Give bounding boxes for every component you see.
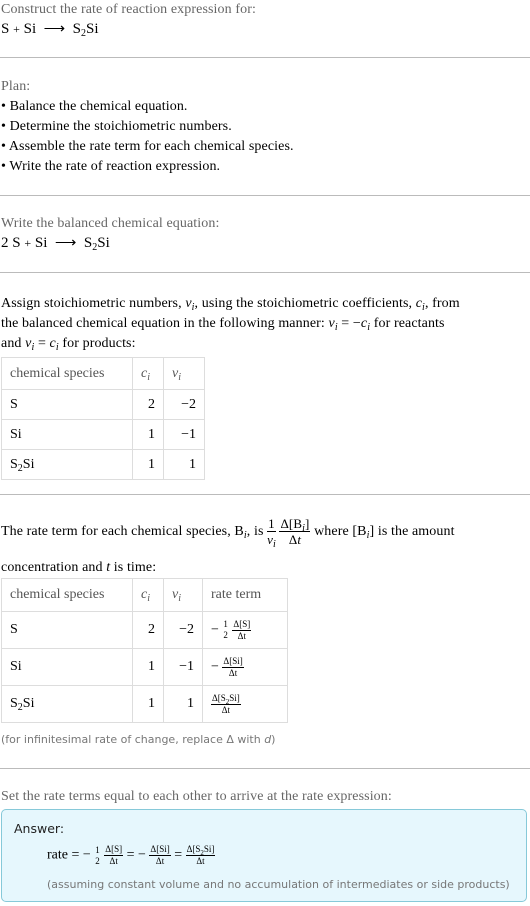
nu-cell: 1 — [163, 685, 203, 723]
plan-item: • Write the rate of reaction expression. — [1, 159, 221, 174]
nu-cell: −2 — [163, 389, 205, 420]
stoich-table: chemical species ci νi S 2 −2 Si 1 −1 S2… — [1, 357, 205, 480]
infinitesimal-note: (for infinitesimal rate of change, repla… — [1, 733, 276, 746]
species-cell: S2Si — [1, 685, 133, 723]
plan-title: Plan: — [1, 79, 31, 94]
nu-cell: −2 — [163, 611, 203, 649]
plan-item: • Balance the chemical equation. — [1, 99, 188, 114]
intro-prompt: Construct the rate of reaction expressio… — [1, 2, 256, 17]
table-row: Si 1 −1 − Δ[Si] Δt — [1, 648, 288, 686]
nu-cell: 1 — [163, 449, 205, 480]
balanced-equation: 2 S + Si ⟶ S2Si — [1, 235, 110, 253]
species-cell: Si — [1, 419, 133, 450]
intro-reaction: S + Si ⟶ S2Si — [1, 21, 99, 39]
c-cell: 1 — [132, 419, 164, 450]
divider — [0, 494, 530, 495]
table-row: S2Si 1 1 Δ[S2Si] Δt — [1, 685, 288, 723]
species-cell: S — [1, 389, 133, 420]
plan-item: • Determine the stoichiometric numbers. — [1, 119, 232, 134]
rate-terms-text-1: The rate term for each chemical species,… — [1, 516, 455, 551]
species-cell: S2Si — [1, 449, 133, 480]
header-species: chemical species — [1, 357, 133, 390]
table-row: S 2 −2 − 12 Δ[S] Δt — [1, 611, 288, 649]
species-cell: S — [1, 611, 133, 649]
rate-term-cell: − Δ[Si] Δt — [202, 648, 288, 686]
rate-terms-text-2: concentration and t is time: — [1, 560, 157, 575]
divider — [0, 272, 530, 273]
c-cell: 1 — [132, 648, 164, 686]
header-rate-term: rate term — [202, 578, 288, 612]
answer-box: Answer: rate = − 12 Δ[S] Δt = − Δ[Si] Δt =… — [1, 809, 527, 902]
stoich-text-3: and νi = ci for products: — [1, 336, 136, 353]
arrow-icon: ⟶ — [43, 21, 66, 37]
plan-item: • Assemble the rate term for each chemic… — [1, 139, 294, 154]
header-c: ci — [132, 357, 164, 390]
c-cell: 2 — [132, 389, 164, 420]
rate-expression: rate = − 12 Δ[S] Δt = − Δ[Si] Δt = Δ[S2Si]… — [47, 844, 216, 866]
header-nu: νi — [163, 578, 203, 612]
assumption-note: (assuming constant volume and no accumul… — [47, 878, 510, 891]
table-header-row: chemical species ci νi rate term — [1, 578, 288, 612]
table-row: S 2 −2 — [1, 389, 205, 420]
table-row: Si 1 −1 — [1, 419, 205, 450]
inverse-nu-fraction: 1 νi — [267, 516, 276, 551]
rate-terms-table: chemical species ci νi rate term S 2 −2 … — [1, 578, 288, 723]
stoich-text-1: Assign stoichiometric numbers, νi, using… — [1, 296, 460, 313]
divider — [0, 768, 530, 769]
rate-term-cell: Δ[S2Si] Δt — [202, 685, 288, 723]
header-species: chemical species — [1, 578, 133, 612]
nu-cell: −1 — [163, 419, 205, 450]
divider — [0, 57, 530, 58]
stoich-text-2: the balanced chemical equation in the fo… — [1, 316, 445, 333]
c-cell: 2 — [132, 611, 164, 649]
header-c: ci — [132, 578, 164, 612]
species-cell: Si — [1, 648, 133, 686]
answer-label: Answer: — [14, 821, 65, 836]
divider — [0, 195, 530, 196]
arrow-icon: ⟶ — [54, 235, 77, 251]
header-nu: νi — [163, 357, 205, 390]
table-header-row: chemical species ci νi — [1, 357, 205, 390]
c-cell: 1 — [132, 685, 164, 723]
final-title: Set the rate terms equal to each other t… — [1, 789, 392, 804]
nu-cell: −1 — [163, 648, 203, 686]
balanced-title: Write the balanced chemical equation: — [1, 216, 220, 231]
rate-term-cell: − 12 Δ[S] Δt — [202, 611, 288, 649]
delta-b-fraction: Δ[Bi] Δt — [279, 516, 311, 548]
c-cell: 1 — [132, 449, 164, 480]
table-row: S2Si 1 1 — [1, 449, 205, 480]
